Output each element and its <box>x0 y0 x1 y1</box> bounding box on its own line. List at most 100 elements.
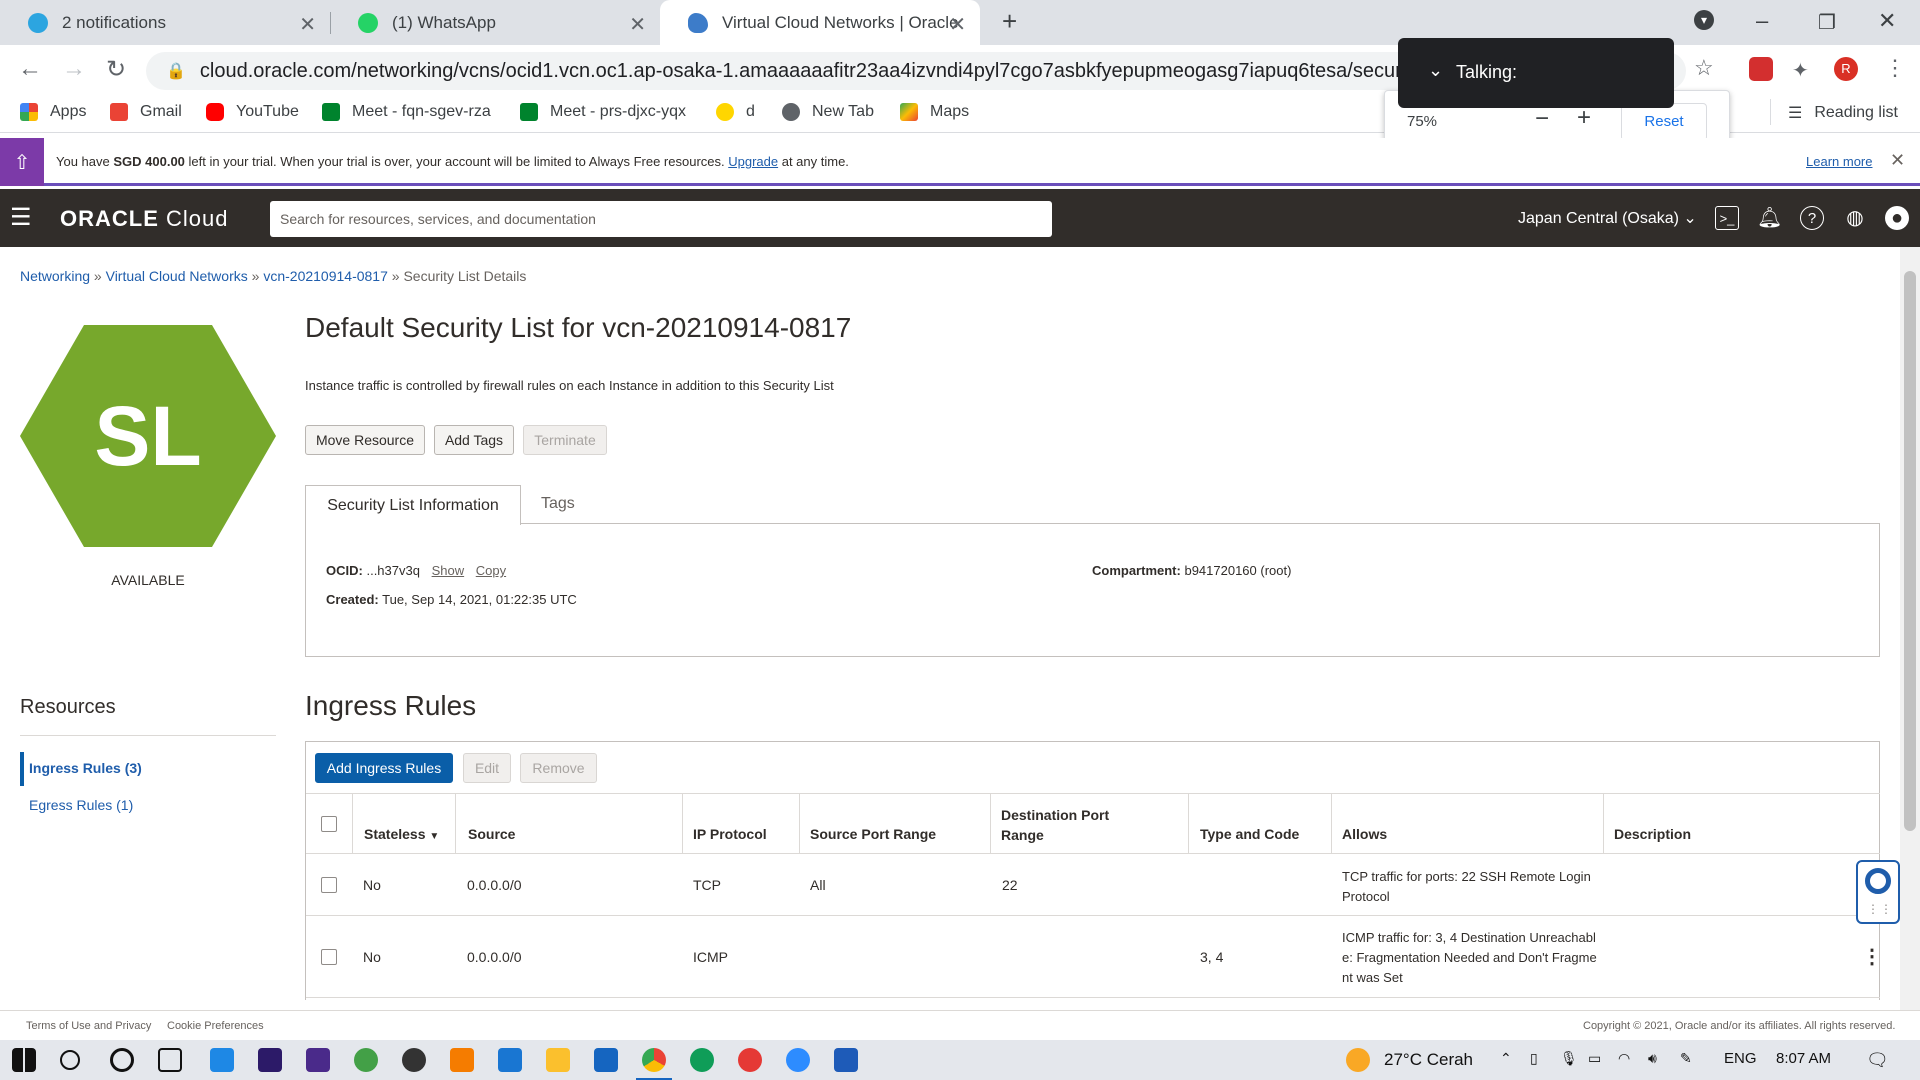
language-indicator[interactable]: ENG <box>1724 1050 1757 1067</box>
search-icon[interactable] <box>60 1050 80 1070</box>
microphone-icon[interactable]: 🎙︎ <box>1560 1050 1578 1067</box>
tab-security-list-information[interactable]: Security List Information <box>305 485 521 525</box>
notifications-icon[interactable]: 🗨︎ <box>1866 1050 1889 1071</box>
select-all-checkbox[interactable] <box>321 816 337 832</box>
language-globe-icon[interactable]: ◍ <box>1843 206 1867 230</box>
taskbar-app-icon[interactable] <box>402 1048 426 1072</box>
zoom-out-icon[interactable]: − <box>1535 105 1549 133</box>
window-close-icon[interactable]: ✕ <box>1878 8 1896 34</box>
bell-icon[interactable]: 🔔︎ <box>1757 206 1782 230</box>
word-icon[interactable] <box>834 1048 858 1072</box>
tab-notifications[interactable]: 2 notifications ✕ <box>0 0 330 45</box>
taskbar-app-icon[interactable] <box>210 1048 234 1072</box>
cortana-icon[interactable] <box>110 1048 134 1072</box>
close-tab-icon[interactable]: ✕ <box>299 12 316 37</box>
browser-menu-icon[interactable]: ⋮ <box>1884 55 1906 81</box>
copy-ocid-link[interactable]: Copy <box>476 563 506 578</box>
tray-app-icon[interactable]: ▯ <box>1530 1050 1538 1067</box>
global-search-input[interactable]: Search for resources, services, and docu… <box>270 201 1052 237</box>
bookmark-d[interactable]: d <box>716 103 755 121</box>
tab-oracle-cloud[interactable]: Virtual Cloud Networks | Oracle C ✕ <box>660 0 980 45</box>
profile-avatar[interactable]: R <box>1834 57 1858 81</box>
terminate-button[interactable]: Terminate <box>523 425 607 455</box>
close-banner-icon[interactable]: ✕ <box>1890 150 1905 171</box>
oracle-logo[interactable]: ORACLE Cloud <box>60 206 228 232</box>
edit-button[interactable]: Edit <box>463 753 511 783</box>
reload-icon[interactable]: ↻ <box>106 55 126 84</box>
taskbar-app-icon[interactable] <box>450 1048 474 1072</box>
add-ingress-rules-button[interactable]: Add Ingress Rules <box>315 753 453 783</box>
clock[interactable]: 8:07 AM <box>1776 1050 1831 1067</box>
learn-more-link[interactable]: Learn more <box>1806 154 1872 169</box>
new-tab-icon[interactable]: + <box>1002 6 1017 37</box>
bookmark-meet-1[interactable]: Meet - fqn-sgev-rza <box>322 103 491 121</box>
breadcrumb-vcn[interactable]: vcn-20210914-0817 <box>263 268 388 284</box>
restore-icon[interactable]: ❐ <box>1818 10 1836 35</box>
help-widget[interactable]: ⋮⋮ <box>1856 860 1900 924</box>
resource-ingress-rules[interactable]: Ingress Rules (3) <box>29 760 142 776</box>
taskbar-app-icon[interactable] <box>354 1048 378 1072</box>
minimize-icon[interactable]: – <box>1756 8 1768 34</box>
terms-link[interactable]: Terms of Use and Privacy <box>26 1020 151 1032</box>
close-tab-icon[interactable]: ✕ <box>949 12 966 37</box>
bookmark-gmail[interactable]: Gmail <box>110 103 182 121</box>
row-checkbox[interactable] <box>321 877 337 893</box>
bookmark-apps[interactable]: Apps <box>20 103 86 121</box>
user-profile-icon[interactable]: ● <box>1885 206 1909 230</box>
hamburger-menu-icon[interactable]: ☰ <box>10 203 32 232</box>
bookmark-meet-2[interactable]: Meet - prs-djxc-yqx <box>520 103 686 121</box>
scrollbar-thumb[interactable] <box>1904 271 1916 831</box>
reading-list[interactable]: ☰ Reading list <box>1788 103 1898 123</box>
chevron-down-icon[interactable]: ⌄ <box>1428 60 1443 81</box>
tab-search-icon[interactable]: ▾ <box>1694 10 1714 30</box>
cookie-preferences-link[interactable]: Cookie Preferences <box>167 1020 264 1032</box>
page-scrollbar[interactable] <box>1900 247 1920 1010</box>
file-explorer-icon[interactable] <box>546 1048 570 1072</box>
back-icon[interactable]: ← <box>18 55 42 83</box>
premiere-icon[interactable] <box>258 1048 282 1072</box>
task-view-icon[interactable] <box>158 1048 182 1072</box>
pen-icon[interactable]: ✎ <box>1680 1050 1692 1067</box>
trial-text: at any time. <box>778 154 849 169</box>
forward-icon[interactable]: → <box>62 55 86 83</box>
help-icon[interactable]: ? <box>1800 206 1824 230</box>
tab-tags[interactable]: Tags <box>541 495 575 513</box>
volume-icon[interactable]: 🔊︎ <box>1648 1050 1657 1067</box>
cloud-shell-icon[interactable]: >_ <box>1715 206 1739 230</box>
battery-icon[interactable]: ▭ <box>1588 1050 1601 1067</box>
zoom-reset-button[interactable]: Reset <box>1621 103 1707 141</box>
breadcrumb-vcns[interactable]: Virtual Cloud Networks <box>106 268 248 284</box>
add-tags-button[interactable]: Add Tags <box>434 425 514 455</box>
bookmark-youtube[interactable]: YouTube <box>206 103 299 121</box>
wifi-icon[interactable]: ◠ <box>1618 1050 1630 1067</box>
taskbar-app-icon[interactable] <box>738 1048 762 1072</box>
tray-chevron-icon[interactable]: ⌃ <box>1500 1050 1512 1067</box>
extension-red-icon[interactable] <box>1749 57 1773 81</box>
bookmark-maps[interactable]: Maps <box>900 103 969 121</box>
remove-button[interactable]: Remove <box>520 753 597 783</box>
vscode-icon[interactable] <box>498 1048 522 1072</box>
move-resource-button[interactable]: Move Resource <box>305 425 425 455</box>
row-actions-menu-icon[interactable]: ⋮ <box>1862 944 1882 969</box>
drag-handle-icon[interactable]: ⋮⋮ <box>1867 902 1893 916</box>
close-tab-icon[interactable]: ✕ <box>629 12 646 37</box>
row-checkbox[interactable] <box>321 949 337 965</box>
upgrade-link[interactable]: Upgrade <box>728 154 778 169</box>
extensions-puzzle-icon[interactable]: ✦ <box>1792 58 1809 83</box>
taskbar-app-icon[interactable] <box>306 1048 330 1072</box>
resource-egress-rules[interactable]: Egress Rules (1) <box>29 797 133 813</box>
mail-icon[interactable] <box>594 1048 618 1072</box>
edge-icon[interactable] <box>690 1048 714 1072</box>
bookmark-star-icon[interactable]: ☆ <box>1694 55 1714 81</box>
windows-start-icon[interactable] <box>12 1048 36 1072</box>
chrome-icon[interactable] <box>642 1048 666 1072</box>
weather-text[interactable]: 27°C Cerah <box>1384 1050 1473 1070</box>
bookmark-new-tab[interactable]: New Tab <box>782 103 874 121</box>
column-stateless[interactable]: Stateless ▼ <box>364 826 439 842</box>
show-ocid-link[interactable]: Show <box>432 563 465 578</box>
zoom-icon[interactable] <box>786 1048 810 1072</box>
breadcrumb-networking[interactable]: Networking <box>20 268 90 284</box>
tab-whatsapp[interactable]: (1) WhatsApp ✕ <box>330 0 660 45</box>
zoom-in-icon[interactable]: + <box>1577 104 1591 132</box>
region-selector[interactable]: Japan Central (Osaka) ⌄ <box>1518 208 1697 228</box>
